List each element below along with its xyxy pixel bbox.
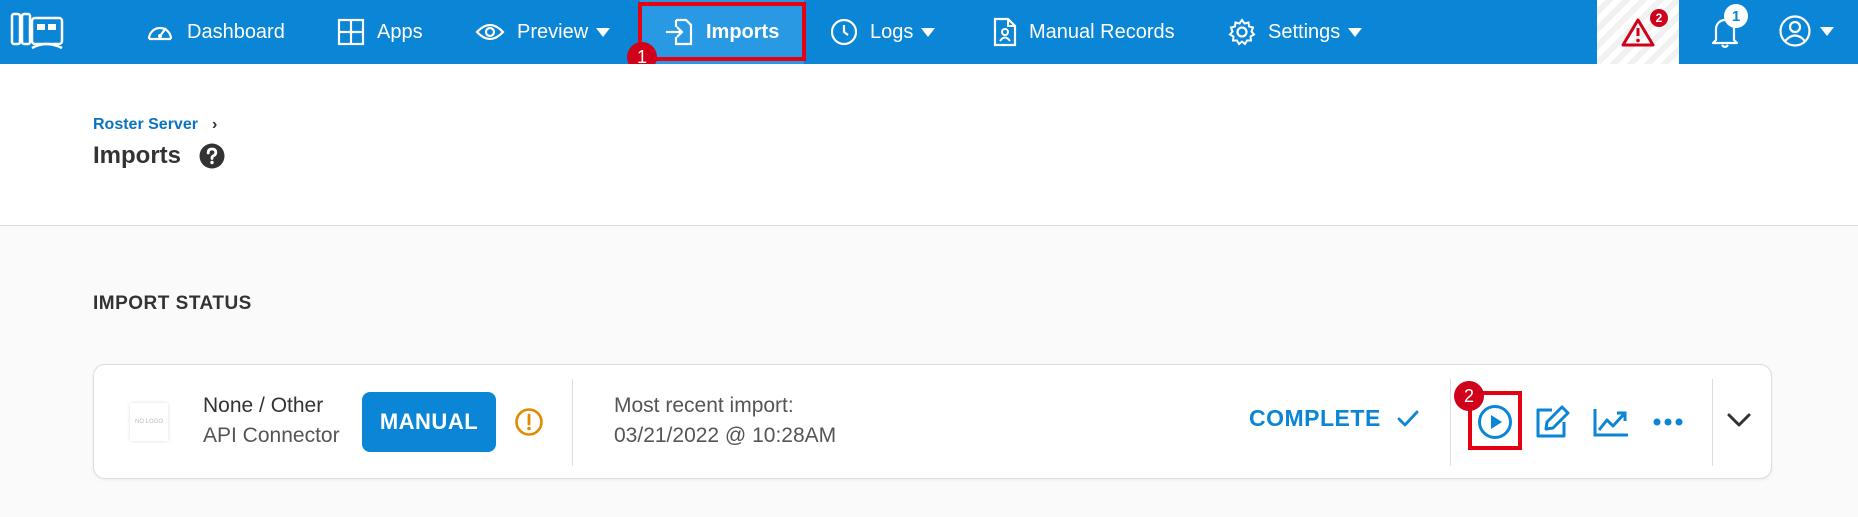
nav-manual-records[interactable]: Manual Records xyxy=(993,0,1175,64)
app-logo-icon[interactable] xyxy=(10,10,66,52)
nav-dashboard[interactable]: Dashboard xyxy=(145,0,285,64)
recent-import-date: 03/21/2022 @ 10:28AM xyxy=(614,424,837,447)
eye-icon xyxy=(475,23,505,41)
section-title-import-status: IMPORT STATUS xyxy=(93,293,252,314)
page-title: Imports xyxy=(93,142,225,170)
gear-icon xyxy=(1228,18,1256,46)
nav-manual-records-label: Manual Records xyxy=(1029,20,1175,43)
warning-circle-icon[interactable] xyxy=(514,407,544,437)
document-user-icon xyxy=(993,17,1017,47)
edit-icon[interactable] xyxy=(1534,403,1572,441)
user-menu-button[interactable] xyxy=(1778,14,1834,48)
check-icon xyxy=(1397,410,1419,426)
recent-import-label: Most recent import: xyxy=(614,394,794,417)
page-header: Roster Server › Imports xyxy=(0,64,1858,226)
breadcrumb-roster-server[interactable]: Roster Server xyxy=(93,116,198,134)
manual-mode-button[interactable]: MANUAL xyxy=(362,392,496,452)
chevron-down-icon xyxy=(1348,27,1363,37)
breadcrumb: Roster Server › xyxy=(93,116,217,134)
grid-icon xyxy=(337,18,365,46)
divider xyxy=(572,379,573,466)
more-options-icon[interactable] xyxy=(1652,417,1684,427)
connector-name: None / Other xyxy=(203,394,324,417)
user-avatar-icon xyxy=(1779,15,1811,47)
nav-logs-label: Logs xyxy=(870,20,914,43)
connector-type: API Connector xyxy=(203,424,340,447)
nav-apps[interactable]: Apps xyxy=(337,0,423,64)
nav-settings[interactable]: Settings xyxy=(1228,0,1363,64)
nav-preview-label: Preview xyxy=(517,20,589,43)
import-status-text: COMPLETE xyxy=(1249,405,1381,431)
nav-dashboard-label: Dashboard xyxy=(187,20,285,43)
help-icon[interactable] xyxy=(199,143,225,169)
nav-logs[interactable]: Logs xyxy=(830,0,936,64)
page-title-text: Imports xyxy=(93,142,182,169)
expand-chevron-icon[interactable] xyxy=(1726,412,1752,428)
notification-count-badge: 1 xyxy=(1724,4,1748,28)
chevron-down-icon xyxy=(596,27,611,37)
import-status: COMPLETE xyxy=(1249,405,1419,432)
top-nav: Dashboard Apps Preview Imports Logs Manu… xyxy=(0,0,1858,64)
chevron-right-icon: › xyxy=(211,116,218,133)
alert-count-badge: 2 xyxy=(1650,9,1668,27)
notifications-button[interactable]: 1 xyxy=(1708,4,1748,55)
alerts-button[interactable]: 2 xyxy=(1597,0,1679,64)
nav-apps-label: Apps xyxy=(377,20,423,43)
gauge-icon xyxy=(147,26,173,41)
nav-settings-label: Settings xyxy=(1268,20,1341,43)
clock-icon xyxy=(830,18,858,46)
chevron-down-icon xyxy=(921,27,936,37)
imports-highlight-box xyxy=(638,2,806,61)
chevron-down-icon xyxy=(1820,26,1834,36)
divider xyxy=(1712,379,1713,466)
divider xyxy=(1450,379,1451,466)
nav-preview[interactable]: Preview xyxy=(475,0,611,64)
step-marker-2: 2 xyxy=(1454,381,1484,411)
chart-trend-icon[interactable] xyxy=(1592,406,1630,438)
connector-logo: NO LOGO xyxy=(130,403,168,441)
